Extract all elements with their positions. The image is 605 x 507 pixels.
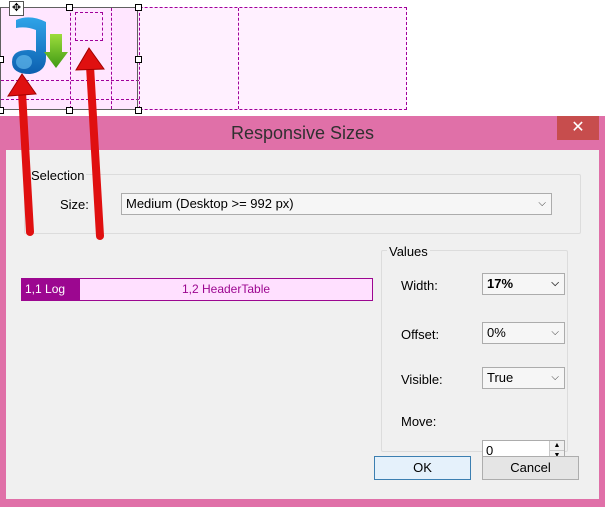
resize-handle[interactable] — [135, 107, 142, 114]
resize-handle[interactable] — [0, 56, 4, 63]
width-select-value: 17% — [487, 276, 514, 291]
offset-select[interactable]: 0% ⌵ — [482, 322, 565, 344]
chevron-down-icon: ⌵ — [551, 327, 559, 338]
offset-select-value: 0% — [487, 325, 506, 340]
stepper-up-icon[interactable]: ▲ — [550, 441, 564, 451]
resize-handle[interactable] — [66, 4, 73, 11]
responsive-sizes-dialog: Responsive Sizes ✕ Selection Size: Mediu… — [0, 116, 605, 507]
move-label: Move: — [401, 414, 437, 429]
visible-label: Visible: — [401, 372, 443, 387]
chevron-down-icon: ⌵ — [538, 198, 546, 209]
offset-label: Offset: — [401, 327, 440, 342]
dialog-client-area: Selection Size: Medium (Desktop >= 992 p… — [6, 150, 599, 499]
move-handle-icon[interactable]: ✥ — [9, 1, 24, 16]
close-button[interactable]: ✕ — [557, 116, 599, 140]
ok-button[interactable]: OK — [374, 456, 471, 480]
grid-line — [238, 8, 239, 109]
dialog-title: Responsive Sizes — [230, 123, 375, 143]
chevron-down-icon: ⌵ — [551, 278, 559, 289]
selection-legend: Selection — [29, 168, 87, 183]
size-label: Size: — [60, 197, 89, 212]
visible-select[interactable]: True ⌵ — [482, 367, 565, 389]
title-bar[interactable]: Responsive Sizes ✕ — [0, 116, 605, 150]
resize-handle[interactable] — [135, 4, 142, 11]
grid-empty-area — [139, 8, 406, 109]
values-legend: Values — [387, 244, 430, 259]
cancel-button[interactable]: Cancel — [482, 456, 579, 480]
resize-handle[interactable] — [0, 107, 4, 114]
visible-select-value: True — [487, 370, 514, 385]
width-label: Width: — [401, 278, 438, 293]
size-select[interactable]: Medium (Desktop >= 992 px) ⌵ — [121, 193, 552, 215]
designer-surface: ✥ — [0, 0, 605, 120]
chevron-down-icon: ⌵ — [551, 372, 559, 383]
resize-handle[interactable] — [66, 107, 73, 114]
size-select-value: Medium (Desktop >= 992 px) — [126, 196, 294, 211]
resize-handle[interactable] — [135, 56, 142, 63]
selection-frame — [0, 7, 138, 110]
grid-cell-headertable[interactable]: 1,2 HeaderTable — [79, 278, 373, 301]
grid-cell-log[interactable]: 1,1 Log — [21, 278, 79, 301]
width-select[interactable]: 17% ⌵ — [482, 273, 565, 295]
